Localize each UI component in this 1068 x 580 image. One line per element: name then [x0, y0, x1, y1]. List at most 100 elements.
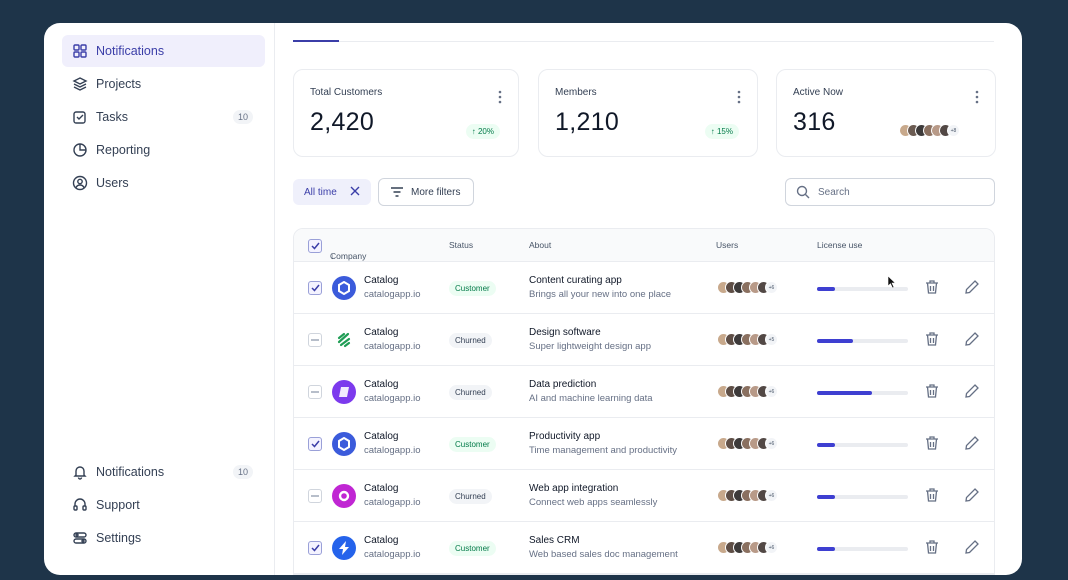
- user-circle-icon: [72, 175, 88, 191]
- trash-icon[interactable]: [925, 331, 939, 352]
- about-title: Web app integration: [529, 483, 619, 494]
- column-label: Company: [330, 251, 367, 261]
- trash-icon[interactable]: [925, 487, 939, 508]
- edit-pencil-icon[interactable]: [964, 539, 980, 560]
- sidebar-item-label: Support: [96, 498, 140, 512]
- close-icon[interactable]: [350, 183, 360, 199]
- row-checkbox[interactable]: [308, 541, 322, 555]
- license-progress-fill: [817, 391, 872, 395]
- column-header-users[interactable]: Users: [716, 240, 738, 250]
- license-progress-bar: [817, 495, 908, 499]
- trash-icon[interactable]: [925, 279, 939, 300]
- row-checkbox[interactable]: [308, 489, 322, 503]
- company-logo-icon: [332, 328, 356, 352]
- sidebar-item-support[interactable]: Support: [62, 489, 265, 521]
- about-title: Content curating app: [529, 275, 622, 286]
- row-checkbox[interactable]: [308, 385, 322, 399]
- license-progress-fill: [817, 547, 836, 551]
- company-logo-icon: [332, 380, 356, 404]
- status-badge: Customer: [449, 437, 496, 452]
- column-header-status[interactable]: Status: [449, 240, 473, 250]
- more-filters-button[interactable]: More filters: [378, 178, 474, 206]
- about-subtitle: AI and machine learning data: [529, 393, 653, 404]
- edit-pencil-icon[interactable]: [964, 383, 980, 404]
- stat-title: Total Customers: [310, 87, 383, 98]
- trash-icon[interactable]: [925, 539, 939, 560]
- row-checkbox[interactable]: [308, 281, 322, 295]
- edit-pencil-icon[interactable]: [964, 435, 980, 456]
- search-icon: [796, 185, 810, 204]
- license-progress-bar: [817, 339, 908, 343]
- avatar-more: +6: [765, 437, 778, 450]
- about-subtitle: Time management and productivity: [529, 445, 678, 456]
- search-box[interactable]: [785, 178, 995, 206]
- sidebar-item-label: Notifications: [96, 465, 165, 479]
- about-subtitle: Super lightweight design app: [529, 341, 652, 352]
- mouse-cursor: [887, 275, 897, 293]
- row-checkbox[interactable]: [308, 437, 322, 451]
- arrow-down-icon: ↓: [330, 251, 335, 261]
- company-name: Catalog: [364, 379, 399, 390]
- sidebar-item-label: Reporting: [96, 143, 151, 157]
- sidebar-item-notifications-bottom[interactable]: Notifications 10: [62, 456, 265, 488]
- table-row[interactable]: Catalog catalogapp.io Churned Web app integ…: [294, 470, 994, 522]
- license-progress-bar: [817, 391, 908, 395]
- sidebar-item-projects[interactable]: Projects: [62, 68, 265, 100]
- company-name: Catalog: [364, 431, 399, 442]
- more-vertical-icon[interactable]: [737, 90, 741, 104]
- trash-icon[interactable]: [925, 435, 939, 456]
- edit-pencil-icon[interactable]: [964, 487, 980, 508]
- edit-pencil-icon[interactable]: [964, 279, 980, 300]
- license-progress-bar: [817, 443, 908, 447]
- table-row[interactable]: Catalog catalogapp.io Customer Sales CRM Web…: [294, 522, 994, 574]
- row-checkbox[interactable]: [308, 333, 322, 347]
- company-logo-icon: [332, 536, 356, 560]
- table-row[interactable]: Catalog catalogapp.io Churned Data predicti…: [294, 366, 994, 418]
- app-window: Notifications Projects Tasks 10 Reportin…: [44, 23, 1022, 575]
- trash-icon[interactable]: [925, 383, 939, 404]
- about-title: Data prediction: [529, 379, 597, 390]
- sidebar-item-users[interactable]: Users: [62, 167, 265, 199]
- stat-value: 1,210: [555, 108, 620, 136]
- sidebar-item-label: Settings: [96, 531, 142, 545]
- sidebar-item-label: Users: [96, 176, 129, 190]
- column-header-license[interactable]: License use: [817, 240, 862, 250]
- sidebar-item-label: Notifications: [96, 44, 165, 58]
- table-row[interactable]: Catalog catalogapp.io Churned Design softwa…: [294, 314, 994, 366]
- stat-title: Active Now: [793, 87, 844, 98]
- avatar-group: +8: [899, 124, 960, 137]
- more-vertical-icon[interactable]: [975, 90, 979, 104]
- status-badge: Customer: [449, 281, 496, 296]
- company-domain: catalogapp.io: [364, 289, 421, 300]
- license-progress-bar: [817, 547, 908, 551]
- avatar-group: +6: [717, 281, 778, 294]
- avatar-more: +6: [765, 541, 778, 554]
- search-input[interactable]: [818, 186, 978, 198]
- select-all-checkbox[interactable]: [308, 239, 322, 253]
- status-badge: Churned: [449, 333, 492, 348]
- table-row[interactable]: Catalog catalogapp.io Customer Productivity…: [294, 418, 994, 470]
- about-subtitle: Web based sales doc management: [529, 549, 678, 560]
- company-domain: catalogapp.io: [364, 341, 421, 352]
- more-filters-label: More filters: [411, 186, 461, 198]
- stat-card-members: Members 1,210 ↑ 15%: [538, 69, 758, 157]
- sidebar-item-reporting[interactable]: Reporting: [62, 134, 265, 166]
- avatar-group: +6: [717, 541, 778, 554]
- avatar-more: +6: [765, 281, 778, 294]
- more-vertical-icon[interactable]: [498, 90, 502, 104]
- company-domain: catalogapp.io: [364, 445, 421, 456]
- filter-chip-all-time[interactable]: All time: [293, 179, 371, 205]
- table-header: Company ↓ Status About Users License use: [294, 229, 994, 262]
- sidebar-item-settings[interactable]: Settings: [62, 522, 265, 554]
- edit-pencil-icon[interactable]: [964, 331, 980, 352]
- table-body: Catalog catalogapp.io Customer Content cura…: [294, 262, 994, 574]
- column-header-about[interactable]: About: [529, 240, 551, 250]
- stat-card-active-now: Active Now 316 +8: [776, 69, 996, 157]
- company-logo-icon: [332, 432, 356, 456]
- about-subtitle: Connect web apps seamlessly: [529, 497, 658, 508]
- avatar-more: +8: [947, 124, 960, 137]
- sidebar-item-notifications[interactable]: Notifications: [62, 35, 265, 67]
- avatar-group: +6: [717, 385, 778, 398]
- check-square-icon: [72, 109, 88, 125]
- sidebar-item-tasks[interactable]: Tasks 10: [62, 101, 265, 133]
